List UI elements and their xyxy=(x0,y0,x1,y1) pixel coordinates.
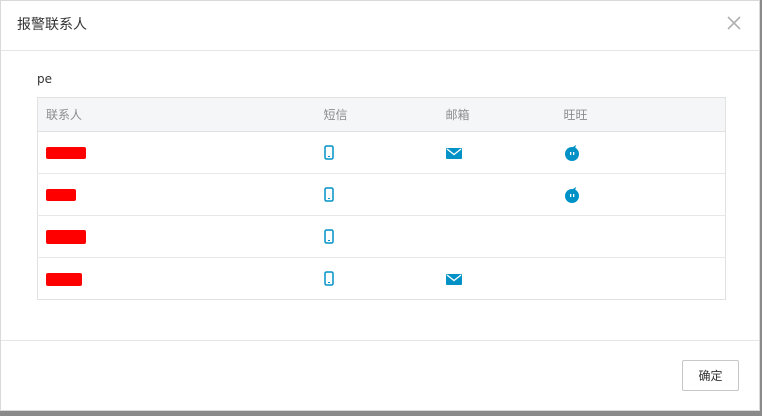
mobile-phone-icon xyxy=(323,229,334,244)
mobile-phone-icon xyxy=(323,271,334,286)
dialog-footer-divider xyxy=(1,340,759,341)
sms-cell xyxy=(315,173,438,216)
table-row xyxy=(38,258,726,300)
ok-button[interactable]: 确定 xyxy=(682,360,739,391)
mobile-phone-icon xyxy=(323,187,334,202)
column-header-email: 邮箱 xyxy=(437,97,556,132)
email-cell xyxy=(437,131,556,174)
close-icon[interactable] xyxy=(725,14,743,32)
redacted-name xyxy=(46,229,86,244)
redacted-name xyxy=(46,147,86,159)
email-cell xyxy=(437,173,556,216)
sms-cell xyxy=(316,258,438,300)
table-row xyxy=(37,131,726,174)
contact-name-cell xyxy=(37,131,316,174)
dialog-title: 报警联系人 xyxy=(17,17,87,33)
redacted-name xyxy=(46,272,82,286)
email-cell xyxy=(437,215,556,258)
contacts-table: 联系人 短信 邮箱 旺旺 xyxy=(37,97,726,300)
wangwang-chat-icon xyxy=(564,144,580,161)
wangwang-cell xyxy=(556,258,726,300)
wangwang-cell xyxy=(555,215,726,258)
sms-cell xyxy=(315,215,438,258)
column-header-wangwang: 旺旺 xyxy=(555,97,726,132)
table-row xyxy=(37,215,726,258)
column-header-contact: 联系人 xyxy=(37,97,316,132)
sms-cell xyxy=(315,131,438,174)
contact-name-cell xyxy=(37,215,316,258)
email-cell xyxy=(438,258,556,300)
contact-name-cell xyxy=(38,258,316,300)
dialog-header: 报警联系人 xyxy=(1,1,759,51)
wangwang-chat-icon xyxy=(564,186,580,203)
wangwang-cell xyxy=(555,131,726,174)
envelope-icon xyxy=(445,147,462,159)
contact-group-name: pe xyxy=(37,72,52,86)
table-header-row: 联系人 短信 邮箱 旺旺 xyxy=(37,97,726,132)
envelope-icon xyxy=(445,273,462,285)
mobile-phone-icon xyxy=(323,145,334,160)
table-row xyxy=(37,173,726,216)
alert-contacts-dialog: 报警联系人 pe 联系人 短信 邮箱 旺旺 确定 xyxy=(0,0,760,411)
wangwang-cell xyxy=(555,173,726,216)
redacted-name xyxy=(46,189,76,201)
column-header-sms: 短信 xyxy=(315,97,438,132)
contact-name-cell xyxy=(37,173,316,216)
